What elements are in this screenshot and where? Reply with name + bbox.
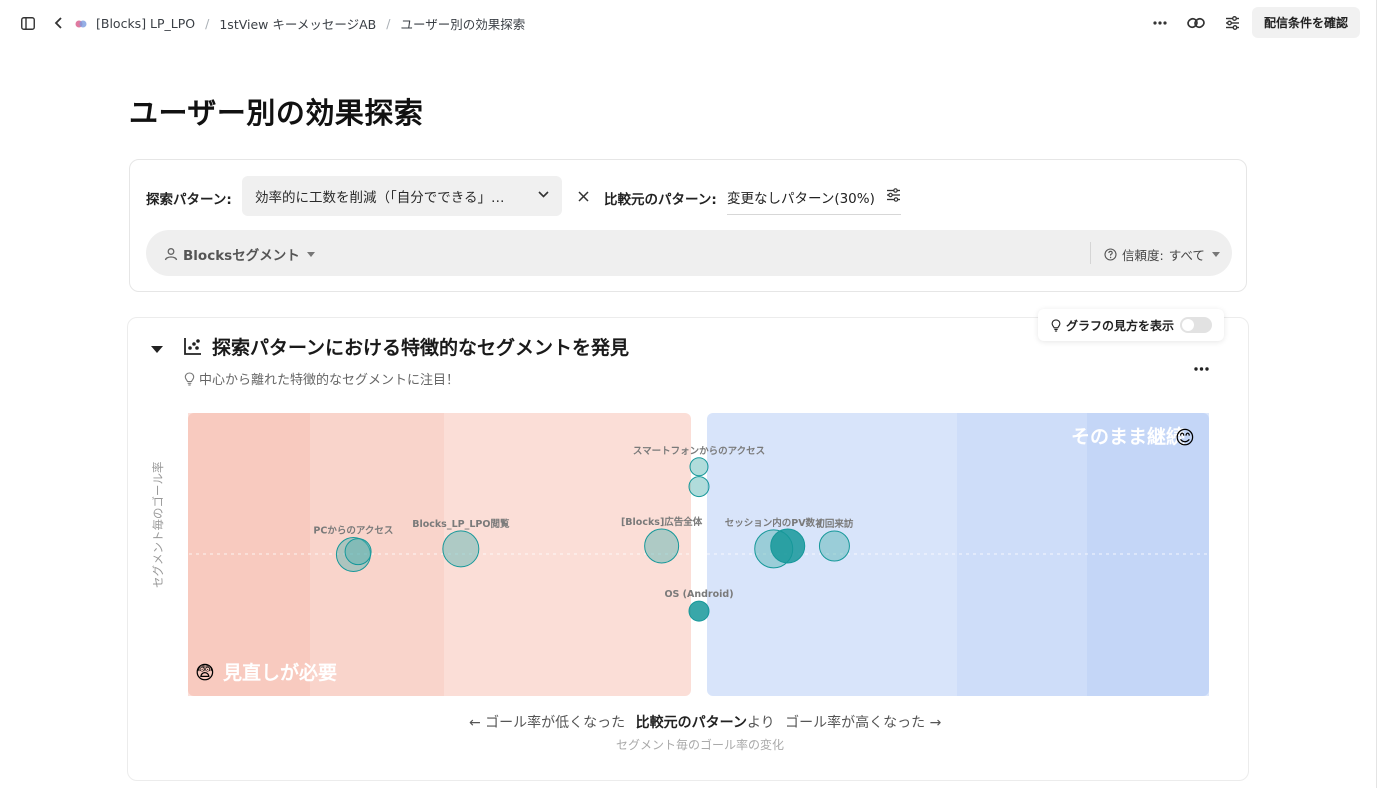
section-subtitle: 中心から離れた特徴的なセグメントに注目！: [183, 369, 459, 388]
chevron-down-icon: [538, 191, 549, 198]
data-point: [442, 530, 480, 568]
user-icon: [164, 248, 178, 261]
filter-card: 探索パターン: 効率的に工数を削減（「自分でできる」… 比較元のパターン: 変更…: [129, 159, 1247, 292]
negative-region-band: [188, 413, 310, 696]
anxious-face-icon: 😨: [195, 662, 215, 684]
scatter-chart-icon: [184, 338, 201, 355]
more-icon[interactable]: [1150, 13, 1170, 33]
data-point-label: PCからのアクセス: [313, 526, 393, 537]
smile-icon: 😊: [1175, 427, 1195, 449]
data-point: [344, 538, 372, 566]
segment-dropdown-label: Blocksセグメント: [183, 248, 300, 264]
section-subtitle-text: 中心から離れた特徴的なセグメントに注目！: [199, 373, 460, 388]
back-chevron-icon[interactable]: [49, 13, 69, 33]
segment-scatter-plot: そのまま継続😊 😨 見直しが必要 PCからのアクセス Blocks_LP_LPO閲覧 [B…: [182, 405, 1216, 700]
sliders-icon: [887, 188, 900, 202]
data-point: [688, 476, 710, 498]
breadcrumb-separator: /: [205, 16, 210, 31]
segment-dropdown[interactable]: Blocksセグメント: [164, 244, 315, 264]
collapse-toggle-icon[interactable]: [151, 346, 163, 353]
data-point-label: Blocks_LP_LPO閲覧: [412, 518, 510, 530]
sidebar-toggle-icon[interactable]: [18, 13, 38, 33]
project-logo-icon: [75, 20, 87, 27]
caret-down-icon: [1211, 252, 1220, 257]
y-axis-label: セグメント毎のゴール率: [151, 461, 165, 589]
breadcrumb-test[interactable]: 1stView キーメッセージAB: [219, 14, 376, 33]
data-point: [688, 600, 710, 622]
data-point-label: OS (Android): [664, 589, 733, 600]
breadcrumb-current: ユーザー別の効果探索: [400, 17, 526, 32]
section-title: 探索パターンにおける特徴的なセグメントを発見: [212, 337, 630, 359]
pattern-select[interactable]: 効率的に工数を削減（「自分でできる」…: [242, 176, 562, 216]
pattern-select-value: 効率的に工数を削減（「自分でできる」…: [255, 190, 505, 206]
breadcrumb-separator: /: [386, 16, 391, 31]
caret-down-icon: [306, 251, 315, 257]
data-point-label: セッション内のPV数 (: [725, 517, 823, 529]
top-bar: [Blocks] LP_LPO / 1stView キーメッセージAB / ユー…: [0, 0, 1378, 46]
data-point-label: スマートフォンからのアクセス: [633, 446, 765, 457]
data-point: [644, 528, 680, 564]
breadcrumb: [Blocks] LP_LPO / 1stView キーメッセージAB / ユー…: [74, 14, 525, 33]
lightbulb-icon: [1051, 318, 1061, 332]
help-circle-icon: [1104, 248, 1117, 261]
confirm-delivery-conditions-button[interactable]: 配信条件を確認: [1252, 7, 1360, 38]
window-divider: [1376, 0, 1377, 788]
x-axis-direction-label: ← ゴール率が低くなった 比較元のパターンより ゴール率が高くなった →: [469, 712, 941, 732]
x-axis-left-label: ← ゴール率が低くなった: [469, 715, 626, 731]
base-pattern-select[interactable]: 変更なしパターン(30%): [727, 184, 901, 215]
link-icon[interactable]: [1186, 13, 1206, 33]
close-icon: [577, 190, 589, 202]
clear-pattern-button[interactable]: [573, 186, 593, 206]
x-axis-connector: より: [746, 715, 775, 731]
base-pattern-label: 比較元のパターン:: [604, 192, 717, 208]
confidence-value: すべて: [1168, 248, 1205, 263]
region-label-review: 見直しが必要: [223, 661, 337, 684]
divider: [1090, 242, 1091, 264]
pattern-label: 探索パターン:: [146, 192, 232, 208]
breadcrumb-project[interactable]: [Blocks] LP_LPO: [96, 16, 195, 31]
data-point: [818, 530, 850, 562]
chart-guide-switch[interactable]: [1180, 317, 1212, 333]
lightbulb-icon: [184, 371, 195, 386]
x-axis-label: セグメント毎のゴール率の変化: [616, 738, 785, 752]
data-point-label: [Blocks]広告全体: [621, 516, 703, 528]
more-options-icon[interactable]: [1194, 356, 1209, 375]
data-point: [689, 457, 709, 477]
chart-guide-label: グラフの見方を表示: [1066, 318, 1175, 333]
segment-filter-bar: Blocksセグメント 信頼度: すべて: [146, 230, 1232, 276]
confidence-label: 信頼度:: [1122, 248, 1164, 263]
settings-sliders-icon[interactable]: [1222, 13, 1242, 33]
x-axis-center-label: 比較元のパターン: [635, 715, 747, 731]
region-label-keep: そのまま継続: [1071, 425, 1185, 448]
data-point-label: 初回来訪: [815, 518, 854, 530]
chart-guide-toggle[interactable]: グラフの見方を表示: [1038, 309, 1224, 341]
page-title: ユーザー別の効果探索: [129, 96, 424, 130]
confidence-dropdown[interactable]: 信頼度: すべて: [1104, 245, 1220, 264]
x-axis-right-label: ゴール率が高くなった →: [785, 715, 942, 731]
base-pattern-value: 変更なしパターン(30%): [727, 191, 875, 207]
data-point: [770, 528, 806, 564]
